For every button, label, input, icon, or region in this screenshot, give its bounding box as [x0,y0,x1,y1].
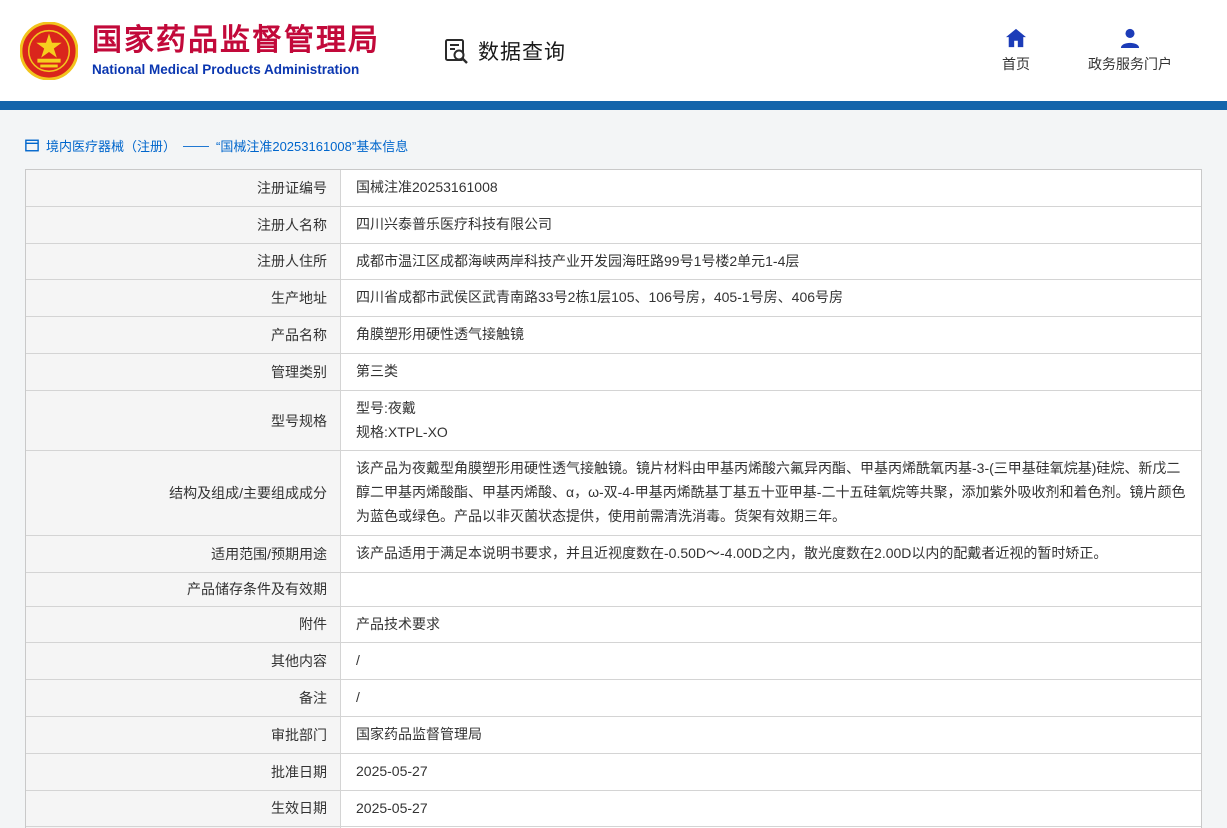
row-value: 角膜塑形用硬性透气接触镜 [341,317,1201,353]
row-label: 产品名称 [26,317,341,353]
page-header: 国家药品监督管理局 National Medical Products Admi… [0,0,1227,101]
row-value: 四川兴泰普乐医疗科技有限公司 [341,207,1201,243]
row-value: 型号:夜戴 规格:XTPL-XO [341,391,1201,451]
row-label: 产品储存条件及有效期 [26,573,341,606]
row-value: / [341,643,1201,679]
window-icon [25,139,39,152]
table-row: 其他内容/ [26,643,1201,680]
national-emblem-logo [20,22,78,80]
table-row: 产品名称角膜塑形用硬性透气接触镜 [26,317,1201,354]
row-label: 生效日期 [26,791,341,827]
table-row: 附件产品技术要求 [26,607,1201,644]
header-divider-bar [0,101,1227,110]
row-label: 注册证编号 [26,170,341,206]
table-row: 注册证编号国械注准20253161008 [26,170,1201,207]
row-label: 型号规格 [26,391,341,451]
breadcrumb-separator: —— [183,138,209,153]
org-title-block: 国家药品监督管理局 National Medical Products Admi… [92,24,380,77]
row-value: 产品技术要求 [341,607,1201,643]
table-row: 型号规格型号:夜戴 规格:XTPL-XO [26,391,1201,452]
row-label: 备注 [26,680,341,716]
table-row: 适用范围/预期用途该产品适用于满足本说明书要求，并且近视度数在-0.50D～-4… [26,536,1201,573]
nav-service-portal-label: 政务服务门户 [1088,54,1172,74]
row-value: 成都市温江区成都海峡两岸科技产业开发园海旺路99号1号楼2单元1-4层 [341,244,1201,280]
breadcrumb-current: “国械注准20253161008”基本信息 [216,136,408,155]
breadcrumb-root[interactable]: 境内医疗器械（注册） [46,136,176,155]
row-value: 第三类 [341,354,1201,390]
row-label: 管理类别 [26,354,341,390]
row-value: 2025-05-27 [341,791,1201,827]
org-title: 国家药品监督管理局 [92,24,380,59]
table-row: 产品储存条件及有效期 [26,573,1201,607]
table-row: 备注/ [26,680,1201,717]
row-value: 国械注准20253161008 [341,170,1201,206]
row-label: 审批部门 [26,717,341,753]
row-value: / [341,680,1201,716]
document-search-icon [442,37,470,65]
breadcrumb: 境内医疗器械（注册） —— “国械注准20253161008”基本信息 [0,110,1227,169]
row-label: 批准日期 [26,754,341,790]
table-row: 管理类别第三类 [26,354,1201,391]
nav-home[interactable]: 首页 [1002,28,1030,74]
row-label: 生产地址 [26,280,341,316]
brand: 国家药品监督管理局 National Medical Products Admi… [20,22,380,80]
row-label: 注册人住所 [26,244,341,280]
row-value: 国家药品监督管理局 [341,717,1201,753]
table-row: 注册人住所成都市温江区成都海峡两岸科技产业开发园海旺路99号1号楼2单元1-4层 [26,244,1201,281]
table-row: 生效日期2025-05-27 [26,791,1201,828]
data-query-link[interactable]: 数据查询 [442,36,566,66]
table-row: 审批部门国家药品监督管理局 [26,717,1201,754]
org-subtitle: National Medical Products Administration [92,62,380,77]
table-row: 生产地址四川省成都市武侯区武青南路33号2栋1层105、106号房，405-1号… [26,280,1201,317]
row-label: 适用范围/预期用途 [26,536,341,572]
user-icon [1119,28,1141,48]
top-nav: 首页 政务服务门户 [1002,28,1172,74]
row-value: 2025-05-27 [341,754,1201,790]
nav-service-portal[interactable]: 政务服务门户 [1088,28,1172,74]
nav-home-label: 首页 [1002,54,1030,74]
table-row: 批准日期2025-05-27 [26,754,1201,791]
row-value [341,573,1201,606]
table-row: 注册人名称四川兴泰普乐医疗科技有限公司 [26,207,1201,244]
row-label: 其他内容 [26,643,341,679]
info-table: 注册证编号国械注准20253161008注册人名称四川兴泰普乐医疗科技有限公司注… [25,169,1202,828]
main-content: 境内医疗器械（注册） —— “国械注准20253161008”基本信息 注册证编… [0,110,1227,828]
row-label: 注册人名称 [26,207,341,243]
home-icon [1005,28,1027,48]
row-label: 结构及组成/主要组成成分 [26,451,341,534]
table-row: 结构及组成/主要组成成分该产品为夜戴型角膜塑形用硬性透气接触镜。镜片材料由甲基丙… [26,451,1201,535]
row-value: 该产品适用于满足本说明书要求，并且近视度数在-0.50D～-4.00D之内，散光… [341,536,1201,572]
row-value: 该产品为夜戴型角膜塑形用硬性透气接触镜。镜片材料由甲基丙烯酸六氟异丙酯、甲基丙烯… [341,451,1201,534]
data-query-label: 数据查询 [478,36,566,66]
row-label: 附件 [26,607,341,643]
row-value: 四川省成都市武侯区武青南路33号2栋1层105、106号房，405-1号房、40… [341,280,1201,316]
